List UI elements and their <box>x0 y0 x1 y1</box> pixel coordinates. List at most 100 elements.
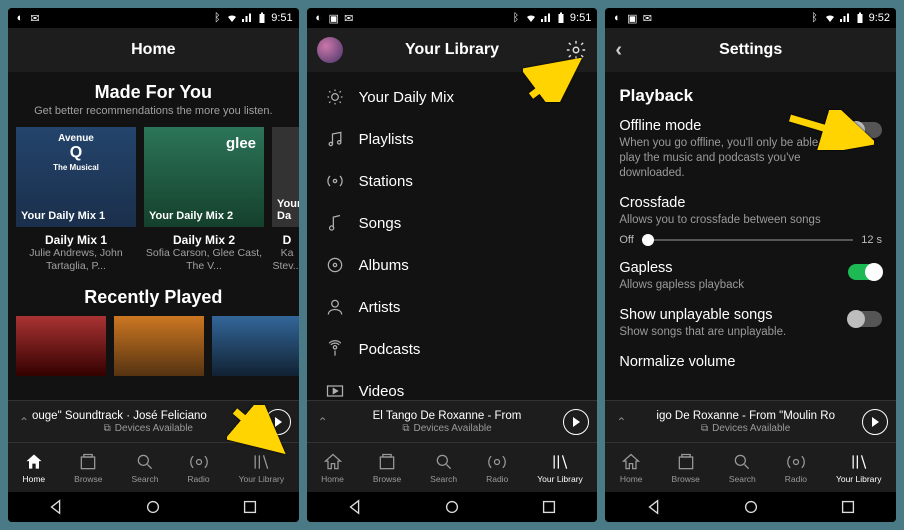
daily-mix-row[interactable]: Your Daily Mix 1AvenueQThe Musical Daily… <box>8 127 299 273</box>
back-softkey[interactable] <box>645 498 663 516</box>
daily-mix-card-partial[interactable]: Your Da D Ka Stev... <box>272 127 299 273</box>
nav-search[interactable]: Search <box>131 452 158 484</box>
recently-played-item[interactable] <box>16 316 106 376</box>
battery-icon <box>854 12 866 24</box>
unplayable-toggle[interactable] <box>848 311 882 327</box>
back-button[interactable]: ‹ <box>615 39 622 62</box>
recent-softkey[interactable] <box>540 498 558 516</box>
nav-library[interactable]: Your Library <box>537 452 583 484</box>
setting-offline[interactable]: Offline mode When you go offline, you'll… <box>619 118 882 181</box>
made-for-you-title: Made For You <box>8 82 299 103</box>
settings-category: Playback <box>619 86 882 106</box>
album-icon <box>325 255 345 275</box>
nav-browse[interactable]: Browse <box>373 452 401 484</box>
back-softkey[interactable] <box>47 498 65 516</box>
page-title: Your Library <box>405 41 499 59</box>
nav-home[interactable]: Home <box>620 452 643 484</box>
devices-icon[interactable]: ⧉ <box>402 423 409 434</box>
nav-search[interactable]: Search <box>729 452 756 484</box>
phone-library: ◐ ▣ ✉ ᛒ 9:51 Your Library Your Daily Mix… <box>307 8 598 522</box>
nav-browse[interactable]: Browse <box>672 452 700 484</box>
avatar[interactable] <box>317 37 343 63</box>
bluetooth-icon: ᛒ <box>211 12 223 24</box>
setting-crossfade: Crossfade Allows you to crossfade betwee… <box>619 195 882 246</box>
music-note-icon <box>325 129 345 149</box>
nav-radio[interactable]: Radio <box>486 452 508 484</box>
mail-icon: ✉ <box>641 12 653 24</box>
devices-icon[interactable]: ⧉ <box>104 423 111 434</box>
page-title: Home <box>131 41 175 59</box>
status-bar: ◐ ▣ ✉ ᛒ 9:52 <box>605 8 896 28</box>
video-icon <box>325 381 345 400</box>
setting-unplayable[interactable]: Show unplayable songs Show songs that ar… <box>619 307 882 340</box>
recently-played-row[interactable] <box>8 316 299 376</box>
recent-softkey[interactable] <box>839 498 857 516</box>
now-playing-track: igo De Roxanne - From "Moulin Ro <box>629 410 862 422</box>
setting-gapless[interactable]: Gapless Allows gapless playback <box>619 260 882 293</box>
lib-artists[interactable]: Artists <box>307 286 598 328</box>
nav-home[interactable]: Home <box>22 452 45 484</box>
stations-icon <box>325 171 345 191</box>
phone-settings: ◐ ▣ ✉ ᛒ 9:52 ‹ Settings Playback Offline… <box>605 8 896 522</box>
home-softkey[interactable] <box>144 498 162 516</box>
nav-browse[interactable]: Browse <box>74 452 102 484</box>
wifi-icon <box>824 12 836 24</box>
play-button[interactable] <box>265 409 291 435</box>
chevron-up-icon[interactable]: ⌃ <box>315 415 331 429</box>
nav-radio[interactable]: Radio <box>187 452 209 484</box>
chevron-up-icon[interactable]: ⌃ <box>16 415 32 429</box>
devices-icon[interactable]: ⧉ <box>701 423 708 434</box>
nav-search[interactable]: Search <box>430 452 457 484</box>
lib-playlists[interactable]: Playlists <box>307 118 598 160</box>
recently-played-title: Recently Played <box>8 287 299 308</box>
lib-daily-mix[interactable]: Your Daily Mix <box>307 76 598 118</box>
nav-radio[interactable]: Radio <box>785 452 807 484</box>
podcast-icon <box>325 339 345 359</box>
status-time: 9:52 <box>869 12 890 24</box>
settings-button[interactable] <box>565 39 587 61</box>
back-softkey[interactable] <box>346 498 364 516</box>
lib-albums[interactable]: Albums <box>307 244 598 286</box>
play-button[interactable] <box>862 409 888 435</box>
image-icon: ▣ <box>328 12 340 24</box>
android-softkeys <box>307 492 598 522</box>
home-softkey[interactable] <box>742 498 760 516</box>
recent-softkey[interactable] <box>241 498 259 516</box>
android-softkeys <box>8 492 299 522</box>
wifi-icon <box>525 12 537 24</box>
offline-toggle[interactable] <box>848 122 882 138</box>
gapless-toggle[interactable] <box>848 264 882 280</box>
battery-icon <box>256 12 268 24</box>
bluetooth-icon: ᛒ <box>809 12 821 24</box>
nav-library[interactable]: Your Library <box>239 452 285 484</box>
now-playing-track: El Tango De Roxanne - From <box>331 410 564 422</box>
now-playing-bar[interactable]: ⌃ igo De Roxanne - From "Moulin Ro ⧉Devi… <box>605 400 896 442</box>
daily-mix-card[interactable]: Your Daily Mix 1AvenueQThe Musical Daily… <box>16 127 136 273</box>
lib-podcasts[interactable]: Podcasts <box>307 328 598 370</box>
library-list: Your Daily Mix Playlists Stations Songs … <box>307 72 598 400</box>
nav-library[interactable]: Your Library <box>836 452 882 484</box>
home-softkey[interactable] <box>443 498 461 516</box>
signal-icon <box>540 12 552 24</box>
sun-icon <box>325 87 345 107</box>
settings-header: ‹ Settings <box>605 28 896 72</box>
daily-mix-card[interactable]: Your Daily Mix 2glee Daily Mix 2 Sofia C… <box>144 127 264 273</box>
setting-normalize[interactable]: Normalize volume <box>619 354 882 370</box>
chevron-up-icon[interactable]: ⌃ <box>613 415 629 429</box>
nav-home[interactable]: Home <box>321 452 344 484</box>
lib-stations[interactable]: Stations <box>307 160 598 202</box>
lib-videos[interactable]: Videos <box>307 370 598 400</box>
mail-icon: ✉ <box>29 12 41 24</box>
app-icon: ◐ <box>14 12 26 24</box>
play-button[interactable] <box>563 409 589 435</box>
lib-songs[interactable]: Songs <box>307 202 598 244</box>
app-icon: ◐ <box>611 12 623 24</box>
bottom-nav: Home Browse Search Radio Your Library <box>307 442 598 492</box>
crossfade-slider[interactable]: Off 12 s <box>619 234 882 246</box>
phone-home: ◐ ✉ ᛒ 9:51 Home Made For You Get better … <box>8 8 299 522</box>
recently-played-item[interactable] <box>114 316 204 376</box>
now-playing-bar[interactable]: ⌃ ouge" Soundtrack · José Feliciano ⧉Dev… <box>8 400 299 442</box>
gear-icon <box>565 39 587 61</box>
now-playing-bar[interactable]: ⌃ El Tango De Roxanne - From ⧉Devices Av… <box>307 400 598 442</box>
recently-played-item[interactable] <box>212 316 299 376</box>
